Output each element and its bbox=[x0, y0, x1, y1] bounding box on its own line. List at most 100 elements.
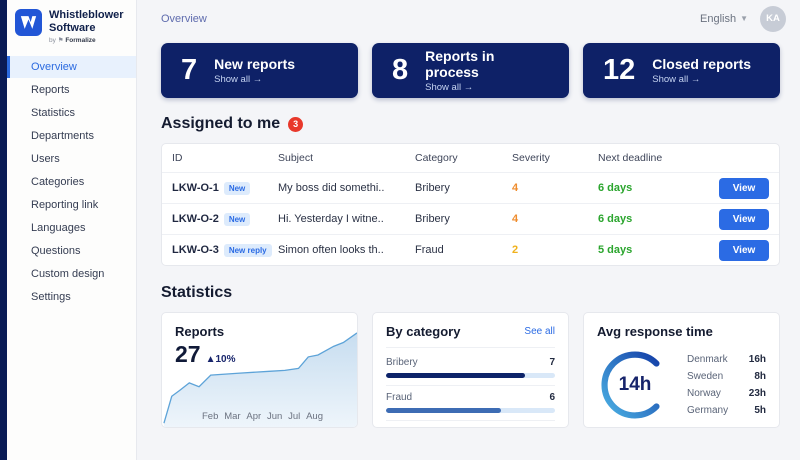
col-header-id: ID bbox=[172, 152, 278, 164]
reports-delta: ▲10% bbox=[206, 354, 236, 365]
report-id: LKW-O-1 bbox=[172, 182, 219, 194]
table-header-row: ID Subject Category Severity Next deadli… bbox=[162, 144, 779, 172]
category-value: 4 bbox=[549, 427, 555, 428]
col-header-severity: Severity bbox=[512, 152, 598, 164]
by-category-title: By category bbox=[386, 324, 460, 339]
response-value: 14h bbox=[597, 347, 673, 423]
report-subject: Hi. Yesterday I witne.. bbox=[278, 213, 415, 225]
reports-chart-card: Reports 27 ▲10% bbox=[161, 312, 358, 428]
kpi-title: Closed reports bbox=[652, 56, 751, 72]
report-subject: My boss did somethi.. bbox=[278, 182, 415, 194]
kpi-value: 8 bbox=[392, 56, 408, 85]
left-accent-strip bbox=[0, 0, 7, 460]
statistics-title: Statistics bbox=[161, 284, 232, 302]
main-area: Overview English ▼ KA 7 New reports Show… bbox=[137, 0, 800, 460]
sidebar-item-users[interactable]: Users bbox=[7, 148, 136, 170]
statistics-section-head: Statistics bbox=[161, 284, 780, 302]
category-label: Bribery bbox=[386, 357, 418, 368]
kpi-card-closed-reports[interactable]: 12 Closed reports Show all → bbox=[583, 43, 780, 98]
sidebar-item-questions[interactable]: Questions bbox=[7, 240, 136, 262]
report-category: Bribery bbox=[415, 213, 512, 225]
sidebar-nav: Overview Reports Statistics Departments … bbox=[7, 56, 136, 309]
show-all-link[interactable]: Show all → bbox=[214, 74, 295, 85]
report-deadline: 5 days bbox=[598, 244, 701, 256]
sidebar-item-languages[interactable]: Languages bbox=[7, 217, 136, 239]
month-axis: Feb Mar Apr Jun Jul Aug bbox=[162, 411, 357, 422]
country-row: Germany 5h bbox=[687, 405, 766, 416]
response-gauge: 14h bbox=[597, 347, 673, 423]
brand-name: Whistleblower Software bbox=[49, 9, 124, 34]
chevron-down-icon: ▼ bbox=[740, 14, 748, 23]
sidebar-item-statistics[interactable]: Statistics bbox=[7, 102, 136, 124]
sidebar: Whistleblower Software by ⚑ Formalize Ov… bbox=[7, 0, 137, 460]
arrow-right-icon: → bbox=[253, 74, 263, 85]
sidebar-item-settings[interactable]: Settings bbox=[7, 286, 136, 308]
flag-icon: ⚑ bbox=[58, 37, 64, 44]
assigned-table: ID Subject Category Severity Next deadli… bbox=[161, 143, 780, 266]
report-deadline: 6 days bbox=[598, 213, 701, 225]
assigned-count-badge: 3 bbox=[288, 117, 303, 132]
avg-response-title: Avg response time bbox=[597, 324, 713, 339]
report-severity: 4 bbox=[512, 213, 598, 225]
by-category-card: By category See all Bribery 7 bbox=[372, 312, 569, 428]
status-tag: New reply bbox=[224, 244, 272, 257]
status-tag: New bbox=[224, 213, 250, 226]
category-bar-track bbox=[386, 373, 555, 378]
sidebar-item-departments[interactable]: Departments bbox=[7, 125, 136, 147]
report-subject: Simon often looks th.. bbox=[278, 244, 415, 256]
kpi-card-new-reports[interactable]: 7 New reports Show all → bbox=[161, 43, 358, 98]
report-deadline: 6 days bbox=[598, 182, 701, 194]
category-label: Fraud bbox=[386, 392, 412, 403]
arrow-right-icon: → bbox=[464, 82, 474, 93]
statistics-row: Reports 27 ▲10% bbox=[161, 312, 780, 428]
report-category: Fraud bbox=[415, 244, 512, 256]
language-selector[interactable]: English ▼ bbox=[700, 13, 748, 25]
arrow-right-icon: → bbox=[691, 74, 701, 85]
report-id: LKW-O-3 bbox=[172, 244, 219, 256]
delta-up-icon: ▲ bbox=[206, 354, 216, 365]
view-button[interactable]: View bbox=[719, 178, 769, 199]
col-header-deadline: Next deadline bbox=[598, 152, 701, 164]
category-label: GDPR bbox=[386, 427, 415, 428]
topbar: Overview English ▼ KA bbox=[137, 0, 800, 37]
sidebar-item-categories[interactable]: Categories bbox=[7, 171, 136, 193]
sidebar-item-overview[interactable]: Overview bbox=[7, 56, 136, 78]
sidebar-item-reports[interactable]: Reports bbox=[7, 79, 136, 101]
status-tag: New bbox=[224, 182, 250, 195]
table-row[interactable]: LKW-O-1 New My boss did somethi.. Briber… bbox=[162, 172, 779, 203]
report-severity: 2 bbox=[512, 244, 598, 256]
sidebar-item-custom-design[interactable]: Custom design bbox=[7, 263, 136, 285]
avg-response-card: Avg response time bbox=[583, 312, 780, 428]
country-row: Norway 23h bbox=[687, 388, 766, 399]
breadcrumb: Overview bbox=[161, 13, 207, 25]
country-row: Denmark 16h bbox=[687, 354, 766, 365]
table-row[interactable]: LKW-O-3 New reply Simon often looks th..… bbox=[162, 234, 779, 265]
category-bar-row: Fraud 6 bbox=[386, 386, 555, 421]
show-all-link[interactable]: Show all → bbox=[425, 82, 549, 93]
category-value: 6 bbox=[549, 392, 555, 403]
show-all-link[interactable]: Show all → bbox=[652, 74, 751, 85]
kpi-value: 12 bbox=[603, 56, 635, 85]
report-severity: 4 bbox=[512, 182, 598, 194]
report-category: Bribery bbox=[415, 182, 512, 194]
country-list: Denmark 16h Sweden 8h Norway 23h Germa bbox=[687, 354, 766, 416]
category-bar-fill bbox=[386, 373, 525, 378]
reports-total: 27 bbox=[175, 341, 201, 368]
content: 7 New reports Show all → 8 Reports in pr… bbox=[137, 37, 800, 428]
kpi-card-reports-in-process[interactable]: 8 Reports in process Show all → bbox=[372, 43, 569, 98]
brand-logo-icon bbox=[15, 9, 42, 36]
kpi-title: New reports bbox=[214, 56, 295, 72]
country-row: Sweden 8h bbox=[687, 371, 766, 382]
table-row[interactable]: LKW-O-2 New Hi. Yesterday I witne.. Brib… bbox=[162, 203, 779, 234]
avatar[interactable]: KA bbox=[760, 6, 786, 32]
category-bar-row: Bribery 7 bbox=[386, 351, 555, 386]
brand: Whistleblower Software by ⚑ Formalize bbox=[7, 0, 136, 54]
category-bar-fill bbox=[386, 408, 501, 413]
brand-byline: by ⚑ Formalize bbox=[49, 36, 124, 44]
category-value: 7 bbox=[549, 357, 555, 368]
category-bar-track bbox=[386, 408, 555, 413]
view-button[interactable]: View bbox=[719, 240, 769, 261]
sidebar-item-reporting-link[interactable]: Reporting link bbox=[7, 194, 136, 216]
view-button[interactable]: View bbox=[719, 209, 769, 230]
see-all-link[interactable]: See all bbox=[524, 326, 555, 337]
